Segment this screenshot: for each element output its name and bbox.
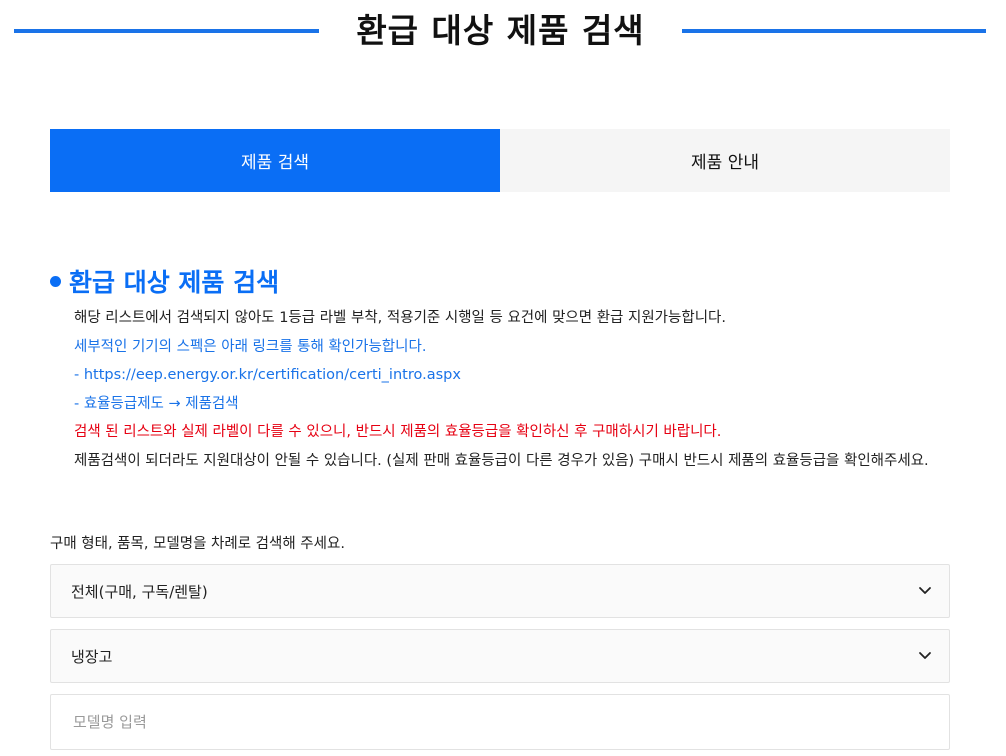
info-link-path: - 효율등급제도 → 제품검색 (74, 395, 239, 412)
page-title: 환급 대상 제품 검색 (356, 11, 645, 50)
info-spec: 세부적인 기기의 스펙은 아래 링크를 통해 확인가능합니다. (74, 338, 427, 355)
product-value: 냉장고 (71, 647, 113, 666)
info-warning: 검색 된 리스트와 실제 라벨이 다를 수 있으니, 반드시 제품의 효율등급을… (74, 424, 722, 441)
chevron-down-icon (919, 652, 931, 659)
chevron-down-icon (919, 587, 931, 594)
page-header: 환급 대상 제품 검색 (0, 0, 1006, 64)
info-caution: 제품검색이 되더라도 지원대상이 안될 수 있습니다. (실제 판매 효율등급이… (74, 452, 929, 469)
info-notice: 해당 리스트에서 검색되지 않아도 1등급 라벨 부착, 적용기준 시행일 등 … (74, 310, 726, 326)
certification-link[interactable]: - https://eep.energy.or.kr/certification… (74, 367, 461, 383)
model-name-field[interactable] (50, 694, 950, 750)
section-title: 환급 대상 제품 검색 (69, 268, 280, 297)
purchase-type-select[interactable]: 전체(구매, 구독/렌탈) (50, 564, 950, 618)
tab-product-search[interactable]: 제품 검색 (50, 129, 500, 192)
product-select[interactable]: 냉장고 (50, 629, 950, 683)
tab-bar: 제품 검색 제품 안내 (50, 129, 950, 192)
bullet-icon (50, 275, 61, 287)
header-line-right (682, 29, 986, 33)
form-instruction: 구매 형태, 품목, 모델명을 차례로 검색해 주세요. (50, 536, 345, 552)
tab-product-guide[interactable]: 제품 안내 (500, 129, 950, 192)
info-block: 해당 리스트에서 검색되지 않아도 1등급 라벨 부착, 적용기준 시행일 등 … (74, 304, 934, 475)
section-heading: 환급 대상 제품 검색 (50, 263, 279, 299)
info-link-url[interactable]: - https://eep.energy.or.kr/certification… (74, 361, 934, 390)
header-line-left (14, 29, 319, 33)
model-name-input[interactable] (71, 712, 915, 732)
purchase-type-value: 전체(구매, 구독/렌탈) (71, 582, 208, 601)
